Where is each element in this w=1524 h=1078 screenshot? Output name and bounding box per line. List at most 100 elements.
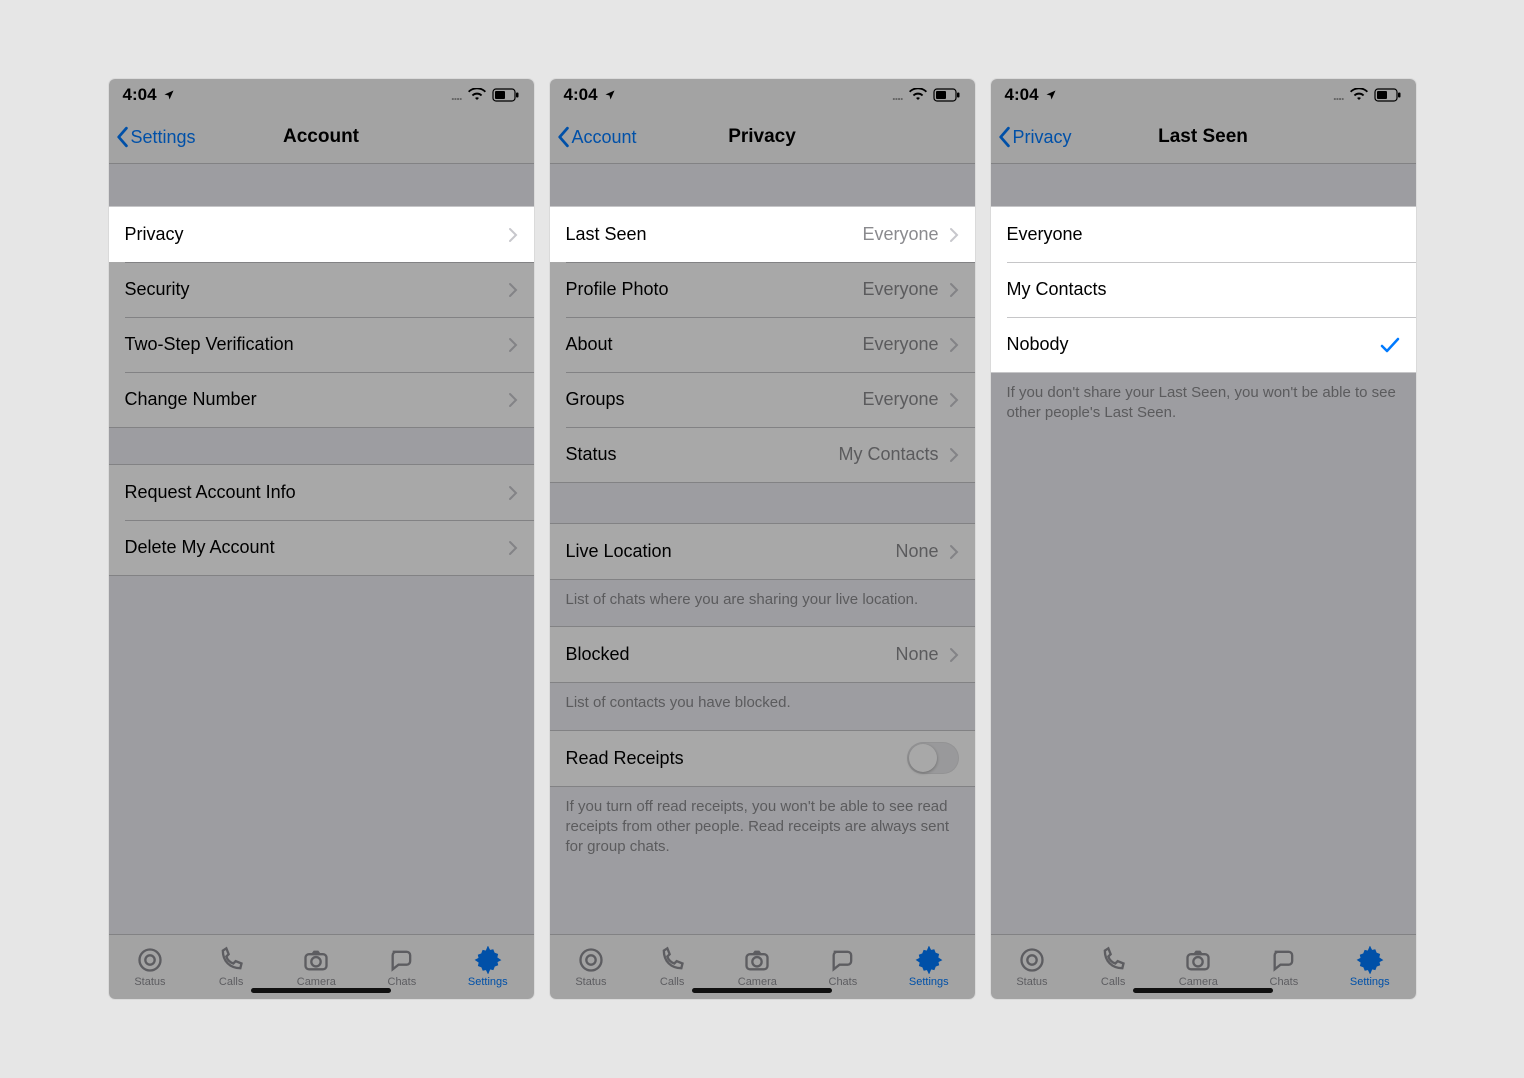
- tab-status[interactable]: Status: [1016, 946, 1047, 988]
- tab-label: Status: [1016, 976, 1047, 988]
- chats-icon: [388, 946, 416, 974]
- wifi-icon: [468, 88, 486, 102]
- tab-label: Status: [575, 976, 606, 988]
- tab-calls[interactable]: Calls: [658, 946, 686, 988]
- tab-chats[interactable]: Chats: [388, 946, 417, 988]
- chevron-right-icon: [949, 337, 959, 353]
- tab-calls[interactable]: Calls: [217, 946, 245, 988]
- row-label: Status: [566, 444, 839, 465]
- row-label: Blocked: [566, 644, 896, 665]
- chevron-right-icon: [508, 392, 518, 408]
- chats-icon: [1270, 946, 1298, 974]
- row-security[interactable]: Security: [109, 262, 534, 317]
- option-nobody[interactable]: Nobody: [991, 317, 1416, 372]
- account-group-1: Privacy Security Two-Step Verification C…: [109, 206, 534, 428]
- tab-label: Calls: [660, 976, 684, 988]
- cellular-dots-icon: ....: [1333, 88, 1343, 103]
- row-label: Change Number: [125, 389, 508, 410]
- row-about[interactable]: About Everyone: [550, 317, 975, 372]
- location-arrow-icon: [163, 89, 175, 101]
- tab-camera[interactable]: Camera: [297, 946, 336, 988]
- row-profile-photo[interactable]: Profile Photo Everyone: [550, 262, 975, 317]
- battery-icon: [492, 88, 520, 102]
- checkmark-icon: [1380, 336, 1400, 354]
- screen-privacy: 4:04 .... Account Privacy Last Seen Ever…: [550, 79, 975, 999]
- back-button[interactable]: Privacy: [997, 111, 1072, 163]
- row-value: Everyone: [862, 224, 938, 245]
- row-label: Nobody: [1007, 334, 1380, 355]
- tab-camera[interactable]: Camera: [738, 946, 777, 988]
- row-read-receipts[interactable]: Read Receipts: [550, 731, 975, 786]
- row-label: Delete My Account: [125, 537, 508, 558]
- camera-icon: [1184, 946, 1212, 974]
- row-delete-my-account[interactable]: Delete My Account: [109, 520, 534, 575]
- tab-label: Calls: [1101, 976, 1125, 988]
- tab-label: Camera: [1179, 976, 1218, 988]
- chevron-right-icon: [949, 282, 959, 298]
- tab-chats[interactable]: Chats: [1270, 946, 1299, 988]
- row-value: Everyone: [862, 389, 938, 410]
- chevron-right-icon: [508, 227, 518, 243]
- option-my-contacts[interactable]: My Contacts: [991, 262, 1416, 317]
- back-label: Privacy: [1013, 127, 1072, 148]
- wifi-icon: [1350, 88, 1368, 102]
- footer-last-seen: If you don't share your Last Seen, you w…: [991, 373, 1416, 440]
- tab-camera[interactable]: Camera: [1179, 946, 1218, 988]
- back-button[interactable]: Account: [556, 111, 637, 163]
- chevron-right-icon: [508, 540, 518, 556]
- row-value: None: [895, 541, 938, 562]
- chevron-right-icon: [508, 337, 518, 353]
- tab-label: Chats: [829, 976, 858, 988]
- footer-live-location: List of chats where you are sharing your…: [550, 580, 975, 626]
- tab-chats[interactable]: Chats: [829, 946, 858, 988]
- chevron-right-icon: [949, 392, 959, 408]
- row-label: Live Location: [566, 541, 896, 562]
- home-indicator[interactable]: [251, 988, 391, 993]
- camera-icon: [743, 946, 771, 974]
- chevron-right-icon: [508, 485, 518, 501]
- tab-label: Chats: [388, 976, 417, 988]
- content-area: Last Seen Everyone Profile Photo Everyon…: [550, 164, 975, 934]
- row-value: Everyone: [862, 279, 938, 300]
- home-indicator[interactable]: [1133, 988, 1273, 993]
- tab-label: Camera: [297, 976, 336, 988]
- row-label: Everyone: [1007, 224, 1400, 245]
- row-label: My Contacts: [1007, 279, 1400, 300]
- row-two-step-verification[interactable]: Two-Step Verification: [109, 317, 534, 372]
- back-button[interactable]: Settings: [115, 111, 196, 163]
- status-bar: 4:04 ....: [991, 79, 1416, 111]
- row-groups[interactable]: Groups Everyone: [550, 372, 975, 427]
- footer-blocked: List of contacts you have blocked.: [550, 683, 975, 729]
- chevron-right-icon: [949, 227, 959, 243]
- tab-calls[interactable]: Calls: [1099, 946, 1127, 988]
- tab-status[interactable]: Status: [575, 946, 606, 988]
- back-label: Settings: [131, 127, 196, 148]
- option-everyone[interactable]: Everyone: [991, 207, 1416, 262]
- battery-icon: [933, 88, 961, 102]
- row-privacy[interactable]: Privacy: [109, 207, 534, 262]
- read-receipts-toggle[interactable]: [907, 742, 959, 774]
- row-live-location[interactable]: Live Location None: [550, 524, 975, 579]
- tab-settings[interactable]: Settings: [1350, 946, 1390, 988]
- privacy-group-blocked: Blocked None: [550, 626, 975, 683]
- screen-account: 4:04 .... Settings Account Privacy Secur…: [109, 79, 534, 999]
- tab-label: Settings: [1350, 976, 1390, 988]
- home-indicator[interactable]: [692, 988, 832, 993]
- row-status-privacy[interactable]: Status My Contacts: [550, 427, 975, 482]
- row-request-account-info[interactable]: Request Account Info: [109, 465, 534, 520]
- tab-status[interactable]: Status: [134, 946, 165, 988]
- location-arrow-icon: [1045, 89, 1057, 101]
- cellular-dots-icon: ....: [892, 88, 902, 103]
- row-blocked[interactable]: Blocked None: [550, 627, 975, 682]
- tab-settings[interactable]: Settings: [909, 946, 949, 988]
- tab-settings[interactable]: Settings: [468, 946, 508, 988]
- privacy-group-read-receipts: Read Receipts: [550, 730, 975, 787]
- row-change-number[interactable]: Change Number: [109, 372, 534, 427]
- row-label: Request Account Info: [125, 482, 508, 503]
- nav-title: Account: [283, 126, 359, 148]
- cellular-dots-icon: ....: [451, 88, 461, 103]
- nav-title: Last Seen: [1158, 126, 1248, 148]
- footer-read-receipts: If you turn off read receipts, you won't…: [550, 787, 975, 874]
- row-last-seen[interactable]: Last Seen Everyone: [550, 207, 975, 262]
- gear-icon: [1356, 946, 1384, 974]
